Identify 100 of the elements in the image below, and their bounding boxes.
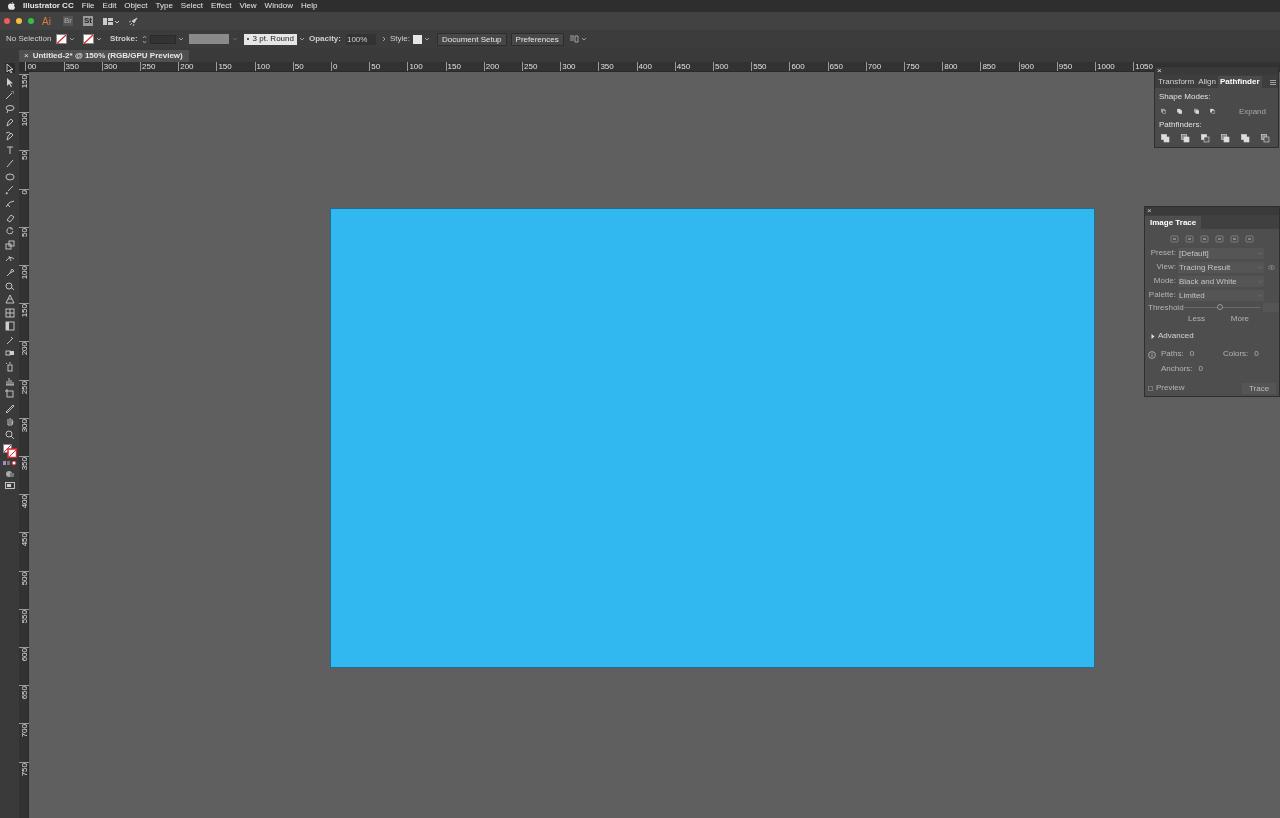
ruler-label: 750 bbox=[905, 62, 920, 71]
document-tab[interactable]: × Untitled-2* @ 150% (RGB/GPU Preview) bbox=[19, 50, 189, 62]
pen-tool-icon[interactable] bbox=[4, 117, 15, 128]
dropdown-field[interactable]: Limited bbox=[1178, 289, 1264, 301]
artboard-tool-icon[interactable] bbox=[4, 389, 15, 400]
line-tool-icon[interactable] bbox=[4, 158, 15, 169]
arrange-documents-icon[interactable] bbox=[569, 35, 579, 43]
caret-icon[interactable] bbox=[177, 37, 184, 41]
ruler-corner[interactable] bbox=[19, 62, 29, 71]
rotate-tool-icon[interactable] bbox=[4, 226, 15, 237]
ruler-label: 50 bbox=[370, 62, 381, 71]
paintbrush-icon[interactable] bbox=[4, 185, 15, 196]
caret-icon[interactable] bbox=[580, 37, 587, 41]
slider-max-label: More bbox=[1230, 313, 1249, 325]
ruler-label: 0 bbox=[20, 189, 29, 195]
close-button[interactable] bbox=[4, 18, 10, 24]
ruler-label: 250 bbox=[141, 62, 156, 71]
minimize-button[interactable] bbox=[16, 18, 22, 24]
curvature-tool-icon[interactable] bbox=[4, 130, 15, 141]
screen-mode-icon[interactable] bbox=[4, 481, 15, 490]
field-label: Preset: bbox=[1149, 247, 1177, 259]
style-swatch[interactable] bbox=[412, 34, 422, 44]
ruler-label: 1000 bbox=[1096, 62, 1115, 71]
ruler-label: 350 bbox=[20, 457, 29, 471]
app-badge[interactable]: Br bbox=[62, 16, 73, 26]
opacity-field[interactable]: 100% bbox=[345, 33, 376, 45]
caret-icon[interactable] bbox=[423, 37, 430, 41]
ruler-label: 650 bbox=[828, 62, 843, 71]
toolbar-button[interactable]: Document Setup bbox=[436, 32, 507, 46]
maximize-button[interactable] bbox=[28, 18, 34, 24]
eraser-icon[interactable] bbox=[4, 212, 15, 223]
threshold-field[interactable] bbox=[1263, 303, 1279, 312]
slice-tool-icon[interactable] bbox=[4, 402, 15, 413]
ruler-label: 300 bbox=[102, 62, 118, 71]
field-label: Palette: bbox=[1147, 289, 1177, 301]
ruler-label: 250 bbox=[20, 380, 29, 394]
panel-tab[interactable]: Align bbox=[1196, 76, 1218, 88]
zoom-tool-icon[interactable] bbox=[4, 430, 15, 441]
panel-menu-icon[interactable] bbox=[1270, 80, 1276, 85]
direct-selection-tool-icon[interactable] bbox=[4, 76, 15, 87]
scale-tool-icon[interactable] bbox=[4, 239, 15, 250]
mesh-tool-icon[interactable] bbox=[4, 307, 15, 318]
eyedropper-icon[interactable] bbox=[4, 334, 15, 345]
caret-icon[interactable] bbox=[96, 37, 102, 41]
ruler-label: 700 bbox=[20, 724, 29, 738]
toolbar-button[interactable]: Preferences bbox=[510, 32, 564, 46]
stepper-icon[interactable] bbox=[141, 34, 147, 44]
advanced-toggle[interactable]: Advanced bbox=[1145, 325, 1194, 348]
ellipse-tool-icon[interactable] bbox=[4, 171, 15, 182]
menu-item[interactable]: View bbox=[239, 0, 257, 12]
apple-icon[interactable] bbox=[8, 2, 15, 10]
ruler-label: 100 bbox=[255, 62, 270, 71]
preview-checkbox[interactable]: Preview bbox=[1148, 382, 1185, 394]
perspective-grid-icon[interactable] bbox=[4, 294, 15, 305]
none-swatch-icon[interactable] bbox=[83, 34, 94, 44]
stat-value: 0 bbox=[1189, 348, 1195, 360]
caret-icon[interactable] bbox=[298, 37, 305, 41]
gradient-tool-icon[interactable] bbox=[4, 321, 15, 332]
ruler-label: 450 bbox=[675, 62, 691, 71]
shape-builder-icon[interactable] bbox=[4, 280, 15, 291]
dropdown-field[interactable]: Black and White bbox=[1178, 275, 1264, 287]
menu-item[interactable]: Window bbox=[264, 0, 294, 12]
caret-icon[interactable] bbox=[69, 37, 75, 41]
menu-item[interactable]: Select bbox=[180, 0, 204, 12]
dropdown-field[interactable]: Tracing Result bbox=[1178, 261, 1264, 273]
dropdown-field[interactable]: [Default] bbox=[1178, 247, 1264, 259]
menu-item[interactable]: Help bbox=[301, 0, 318, 12]
panel-tab[interactable]: Pathfinder bbox=[1217, 76, 1262, 88]
magic-wand-icon[interactable] bbox=[4, 90, 15, 101]
panel-close-button[interactable]: × bbox=[1147, 207, 1152, 215]
ruler-label: 250 bbox=[523, 62, 538, 71]
info-icon bbox=[1148, 351, 1156, 359]
ruler-label: 800 bbox=[943, 62, 958, 71]
menu-item[interactable]: Effect bbox=[211, 0, 232, 12]
menu-item[interactable]: Type bbox=[155, 0, 173, 12]
width-tool-icon[interactable] bbox=[4, 253, 15, 264]
variable-width-field[interactable] bbox=[188, 34, 229, 44]
rocket-icon[interactable] bbox=[128, 16, 138, 26]
ruler-label: 350 bbox=[64, 62, 79, 71]
shaper-tool-icon[interactable] bbox=[4, 198, 15, 209]
menu-item[interactable]: Edit bbox=[102, 0, 117, 12]
panel-close-button[interactable]: × bbox=[1157, 67, 1162, 75]
ruler-label: 500 bbox=[714, 62, 729, 71]
tab-close-button[interactable]: × bbox=[24, 50, 29, 62]
panel-tab[interactable]: Transform bbox=[1156, 76, 1197, 88]
stat-label: Anchors: bbox=[1161, 363, 1193, 375]
fill-stroke-swatches-icon[interactable] bbox=[2, 443, 17, 458]
lasso-icon[interactable] bbox=[4, 103, 15, 114]
disclosure-triangle-icon[interactable] bbox=[1151, 333, 1155, 339]
none-swatch-icon[interactable] bbox=[56, 34, 67, 44]
app-badge[interactable]: St bbox=[82, 16, 93, 26]
menu-item[interactable]: Object bbox=[124, 0, 148, 12]
color-mode-icon[interactable] bbox=[2, 461, 17, 467]
menu-item[interactable]: File bbox=[81, 0, 95, 12]
type-tool-icon[interactable] bbox=[4, 144, 15, 155]
brush-dropdown[interactable]: 3 pt. Round bbox=[243, 33, 297, 45]
selection-tool-icon[interactable] bbox=[4, 63, 15, 73]
ruler-label: 500 bbox=[20, 571, 29, 585]
chevron-right-icon[interactable] bbox=[381, 36, 386, 42]
workspace-icon[interactable] bbox=[102, 17, 119, 25]
